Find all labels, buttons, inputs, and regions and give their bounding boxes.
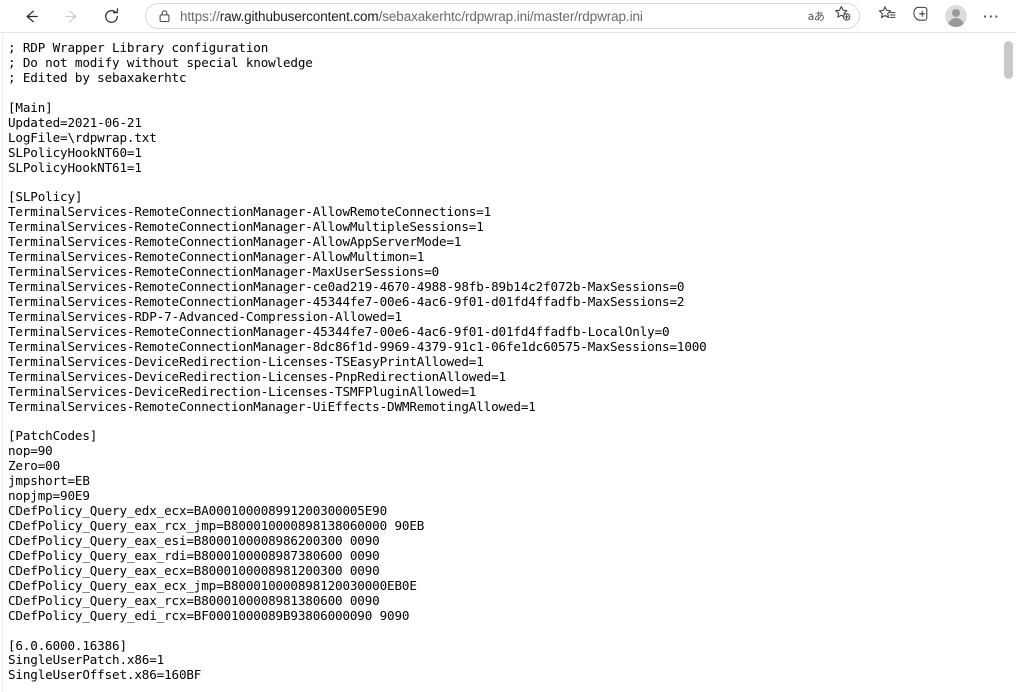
- document-line: SingleUserOffset.x86=160BF: [8, 667, 202, 683]
- document-line: TerminalServices-RemoteConnectionManager…: [8, 323, 670, 339]
- vertical-scrollbar-thumb[interactable]: [1004, 41, 1013, 79]
- content-left-edge-rule: [2, 33, 3, 692]
- document-line: TerminalServices-RemoteConnectionManager…: [8, 264, 440, 280]
- document-line: CDefPolicy_Query_edx_ecx=BA0001000089912…: [8, 503, 388, 519]
- document-line: [8, 624, 994, 639]
- document-line: CDefPolicy_Query_eax_rcx_jmp=B8000100008…: [8, 518, 425, 533]
- document-line: Updated=2021-06-21: [8, 114, 142, 130]
- profile-button[interactable]: [938, 1, 974, 31]
- document-line: CDefPolicy_Query_eax_rcx=B80001000089813…: [8, 592, 380, 608]
- address-bar[interactable]: https://raw.githubusercontent.com/sebaxa…: [145, 3, 860, 29]
- settings-menu-button[interactable]: ⋯: [974, 1, 1008, 31]
- document-line: SLPolicyHookNT60=1: [8, 144, 142, 160]
- add-favorite-button[interactable]: [829, 5, 855, 27]
- document-line: TerminalServices-RemoteConnectionManager…: [8, 293, 685, 309]
- document-line: TerminalServices-DeviceRedirection-Licen…: [8, 383, 477, 399]
- document-line: jmpshort=EB: [8, 473, 90, 489]
- plaintext-document: ; RDP Wrapper Library configuration; Do …: [8, 40, 994, 683]
- document-line: CDefPolicy_Query_eax_ecx=B80001000089812…: [8, 562, 380, 578]
- address-bar-actions: aあ: [803, 4, 855, 28]
- document-line: ; Edited by sebaxakerhtc: [8, 69, 187, 85]
- document-line: CDefPolicy_Query_eax_esi=B80001000089862…: [8, 532, 380, 548]
- collections-add-icon: [911, 4, 931, 29]
- back-button[interactable]: [14, 1, 48, 31]
- read-aloud-icon: aあ: [807, 9, 825, 23]
- document-line: ; RDP Wrapper Library configuration: [8, 40, 269, 55]
- document-line: TerminalServices-DeviceRedirection-Licen…: [8, 353, 484, 369]
- more-horizontal-icon: ⋯: [982, 6, 1000, 26]
- url-scheme: https://: [180, 8, 220, 24]
- document-line: Zero=00: [8, 458, 61, 474]
- document-line: nopjmp=90E9: [8, 488, 90, 504]
- document-line: TerminalServices-RemoteConnectionManager…: [8, 219, 484, 235]
- url-text[interactable]: https://raw.githubusercontent.com/sebaxa…: [180, 9, 803, 24]
- document-line: TerminalServices-RemoteConnectionManager…: [8, 249, 425, 265]
- forward-button[interactable]: [54, 1, 88, 31]
- document-line: [PatchCodes]: [8, 428, 98, 444]
- forward-arrow-icon: [62, 7, 81, 26]
- document-line: TerminalServices-RemoteConnectionManager…: [8, 204, 492, 220]
- document-line: [Main]: [8, 99, 53, 115]
- document-line: TerminalServices-RemoteConnectionManager…: [8, 338, 707, 354]
- refresh-icon: [102, 7, 121, 26]
- document-line: ; Do not modify without special knowledg…: [8, 54, 313, 70]
- document-line: nop=90: [8, 443, 53, 459]
- read-aloud-button[interactable]: aあ: [803, 5, 829, 27]
- lock-icon[interactable]: [156, 8, 173, 25]
- avatar: [945, 5, 967, 27]
- toolbar-right-actions: ⋯: [870, 1, 1016, 31]
- collections-button[interactable]: [904, 1, 938, 31]
- document-line: [8, 175, 994, 190]
- document-line: [8, 414, 994, 429]
- favorites-star-icon: [877, 4, 897, 29]
- vertical-scrollbar-track[interactable]: [1000, 33, 1016, 692]
- document-line: SingleUserPatch.x86=1: [8, 652, 165, 668]
- star-plus-icon: [833, 4, 852, 28]
- document-line: CDefPolicy_Query_edi_rcx=BF0001000089B93…: [8, 607, 410, 623]
- document-line: LogFile=\rdpwrap.txt: [8, 129, 157, 145]
- document-line: CDefPolicy_Query_eax_ecx_jmp=B8000100008…: [8, 577, 417, 593]
- document-line: [8, 86, 994, 101]
- document-line: TerminalServices-RemoteConnectionManager…: [8, 234, 462, 250]
- favorites-button[interactable]: [870, 1, 904, 31]
- url-host: raw.githubusercontent.com: [219, 8, 379, 24]
- document-line: [SLPolicy]: [8, 189, 83, 205]
- document-line: CDefPolicy_Query_eax_rdi=B80001000089873…: [8, 547, 380, 563]
- page-viewport: ; RDP Wrapper Library configuration; Do …: [0, 33, 1016, 692]
- document-line: [6.0.6000.16386]: [8, 637, 127, 653]
- back-arrow-icon: [22, 7, 41, 26]
- document-line: TerminalServices-DeviceRedirection-Licen…: [8, 368, 506, 384]
- reload-button[interactable]: [94, 1, 128, 31]
- document-line: TerminalServices-RemoteConnectionManager…: [8, 398, 536, 414]
- document-line: TerminalServices-RemoteConnectionManager…: [8, 279, 685, 294]
- browser-toolbar: https://raw.githubusercontent.com/sebaxa…: [0, 0, 1016, 33]
- document-line: TerminalServices-RDP-7-Advanced-Compress…: [8, 308, 402, 324]
- document-line: SLPolicyHookNT61=1: [8, 159, 142, 175]
- url-path: /sebaxakerhtc/rdpwrap.ini/master/rdpwrap…: [378, 8, 643, 24]
